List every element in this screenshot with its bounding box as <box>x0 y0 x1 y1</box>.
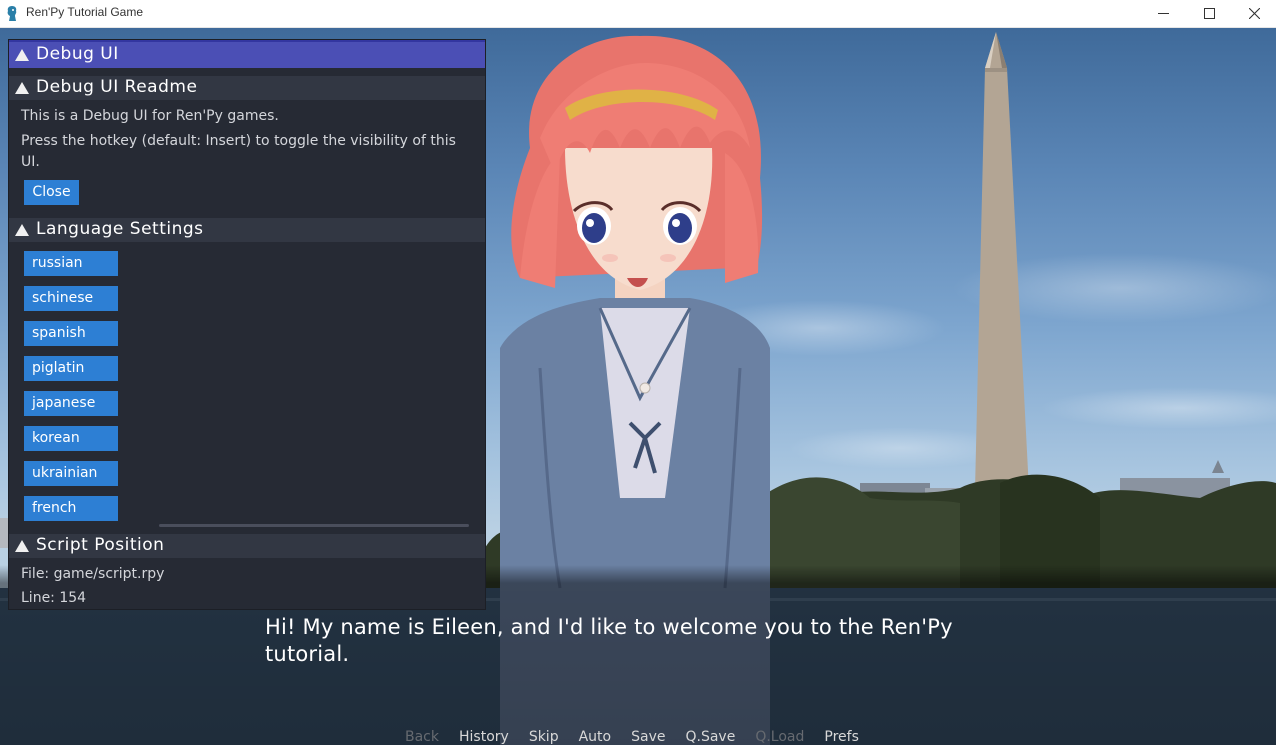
collapse-triangle-icon <box>15 49 29 61</box>
quick-menu-prefs[interactable]: Prefs <box>824 729 858 745</box>
debug-ui-title: Debug UI <box>36 44 119 64</box>
debug-ui-panel: Debug UI Debug UI Readme This is a Debug… <box>9 40 485 609</box>
debug-ui-header[interactable]: Debug UI <box>9 40 485 68</box>
section-header-script-position[interactable]: Script Position <box>9 534 485 558</box>
minimize-button[interactable] <box>1140 0 1186 27</box>
close-window-button[interactable] <box>1231 0 1276 27</box>
language-button-schinese[interactable]: schinese <box>24 286 118 311</box>
renpy-app-icon <box>7 6 17 21</box>
section-title-readme: Debug UI Readme <box>36 77 198 97</box>
section-header-language[interactable]: Language Settings <box>9 218 485 242</box>
language-button-russian[interactable]: russian <box>24 251 118 276</box>
section-title-language: Language Settings <box>36 219 204 239</box>
readme-line-2: Press the hotkey (default: Insert) to to… <box>21 133 456 149</box>
quick-menu-save[interactable]: Save <box>631 729 665 745</box>
minimize-icon <box>1157 13 1169 14</box>
section-title-script-position: Script Position <box>36 535 165 555</box>
maximize-button[interactable] <box>1186 0 1232 27</box>
language-button-french[interactable]: french <box>24 496 118 521</box>
quick-menu: Back History Skip Auto Save Q.Save Q.Loa… <box>405 729 879 745</box>
collapse-triangle-icon <box>15 540 29 552</box>
window-title: Ren'Py Tutorial Game <box>26 5 144 19</box>
language-button-japanese[interactable]: japanese <box>24 391 118 416</box>
close-icon <box>1248 8 1260 19</box>
quick-menu-back[interactable]: Back <box>405 729 439 745</box>
quick-menu-qsave[interactable]: Q.Save <box>685 729 735 745</box>
collapse-triangle-icon <box>15 224 29 236</box>
dialogue-text: Hi! My name is Eileen, and I'd like to w… <box>265 615 953 666</box>
readme-line-2-cont: UI. <box>21 154 40 170</box>
quick-menu-auto[interactable]: Auto <box>579 729 612 745</box>
language-list-scrollbar[interactable] <box>159 524 469 527</box>
window-title-bar: Ren'Py Tutorial Game <box>0 0 1276 28</box>
readme-line-1: This is a Debug UI for Ren'Py games. <box>21 108 279 124</box>
language-button-spanish[interactable]: spanish <box>24 321 118 346</box>
script-file: File: game/script.rpy <box>21 566 165 582</box>
maximize-icon <box>1203 8 1215 19</box>
readme-close-button[interactable]: Close <box>24 180 79 205</box>
quick-menu-history[interactable]: History <box>459 729 509 745</box>
section-header-readme[interactable]: Debug UI Readme <box>9 76 485 100</box>
quick-menu-skip[interactable]: Skip <box>529 729 559 745</box>
language-button-piglatin[interactable]: piglatin <box>24 356 118 381</box>
collapse-triangle-icon <box>15 82 29 94</box>
quick-menu-qload[interactable]: Q.Load <box>755 729 804 745</box>
script-line: Line: 154 <box>21 590 87 606</box>
language-button-korean[interactable]: korean <box>24 426 118 451</box>
language-button-ukrainian[interactable]: ukrainian <box>24 461 118 486</box>
